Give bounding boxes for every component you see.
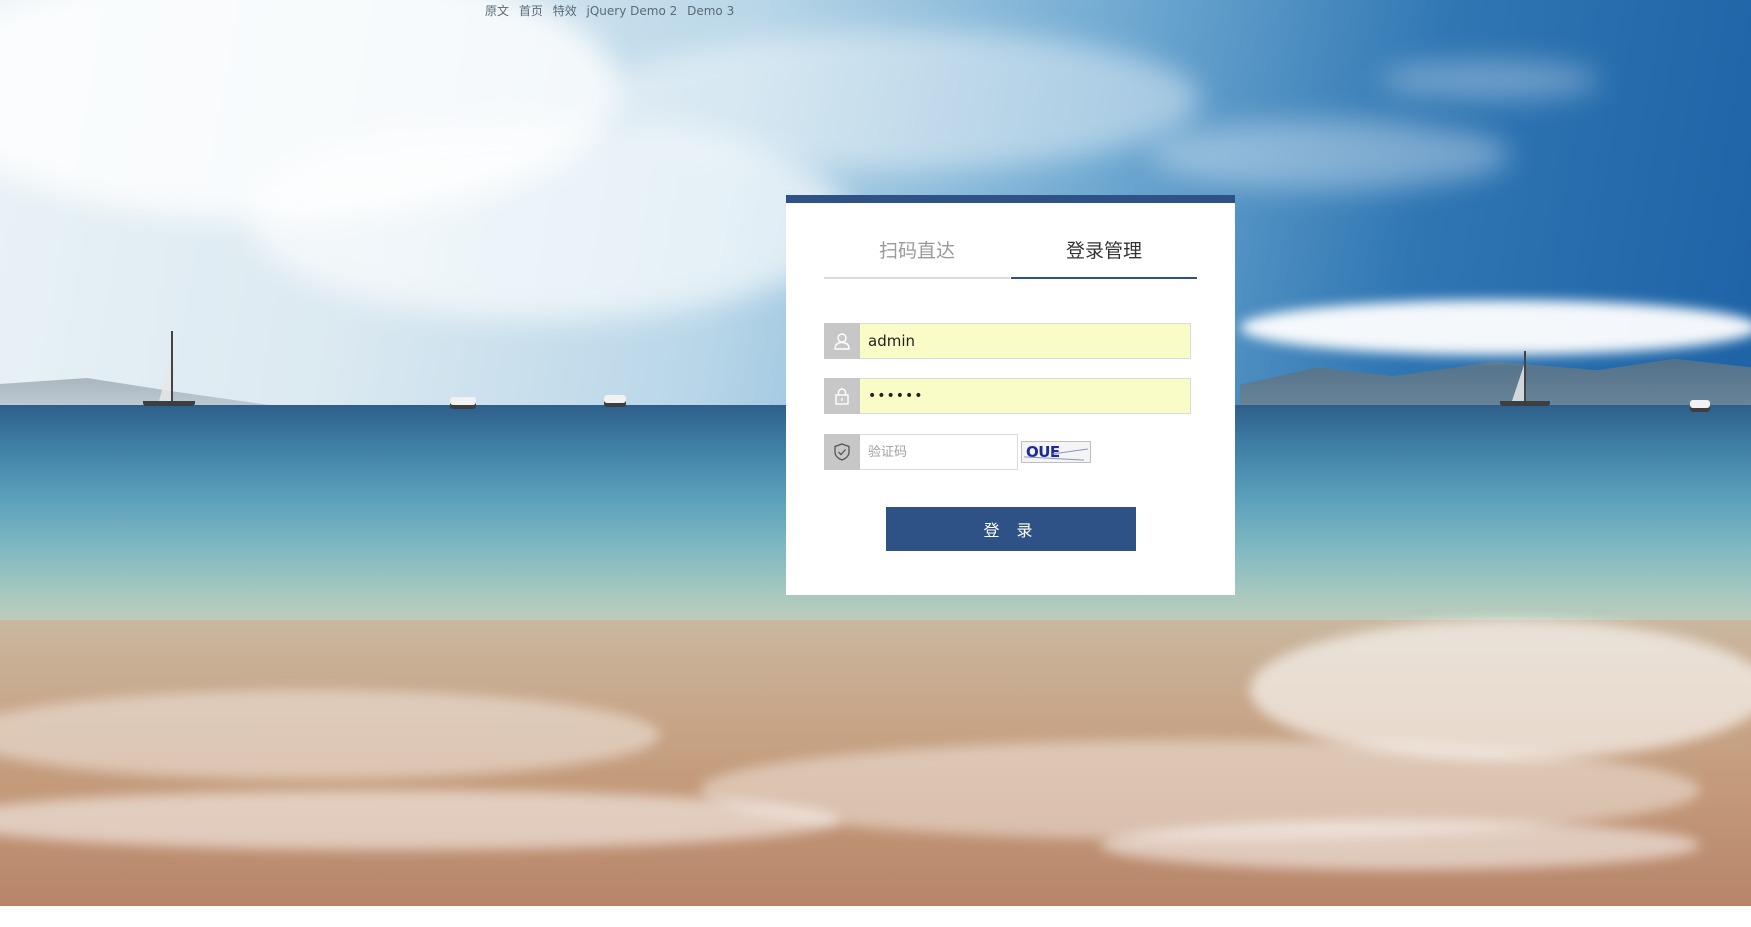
captcha-image[interactable]: OUE: [1021, 441, 1091, 463]
motorboat: [604, 395, 626, 403]
captcha-input[interactable]: [860, 434, 1018, 470]
user-icon: [824, 323, 860, 359]
tab-login-manage[interactable]: 登录管理: [1011, 231, 1197, 279]
login-tabs: 扫码直达 登录管理: [824, 231, 1197, 279]
motorboat: [450, 397, 476, 405]
username-input[interactable]: [860, 323, 1191, 359]
lock-icon: [824, 378, 860, 414]
link-home[interactable]: 首页: [519, 4, 543, 18]
captcha-field: [824, 434, 1018, 470]
cloud: [600, 30, 1200, 170]
link-original[interactable]: 原文: [485, 4, 509, 18]
wave-foam: [1250, 620, 1751, 760]
sailboat: [1500, 350, 1550, 406]
shield-check-icon: [824, 434, 860, 470]
link-demo-3[interactable]: Demo 3: [687, 4, 734, 18]
motorboat: [1690, 400, 1710, 408]
low-cloudbank: [1240, 300, 1751, 355]
username-field: [824, 323, 1191, 359]
password-field: [824, 378, 1191, 414]
link-jquery-demo-2[interactable]: jQuery Demo 2: [587, 4, 678, 18]
wave-foam: [1100, 820, 1700, 870]
password-input[interactable]: [860, 378, 1191, 414]
tab-scan-qr[interactable]: 扫码直达: [824, 231, 1010, 279]
cloud: [1380, 60, 1600, 100]
cloud: [1150, 120, 1510, 190]
sailboat: [143, 330, 195, 406]
login-button[interactable]: 登 录: [886, 507, 1136, 551]
login-panel: 扫码直达 登录管理 OUE: [786, 195, 1235, 595]
link-effects[interactable]: 特效: [553, 4, 577, 18]
top-links: 原文 首页 特效 jQuery Demo 2 Demo 3: [485, 2, 740, 19]
